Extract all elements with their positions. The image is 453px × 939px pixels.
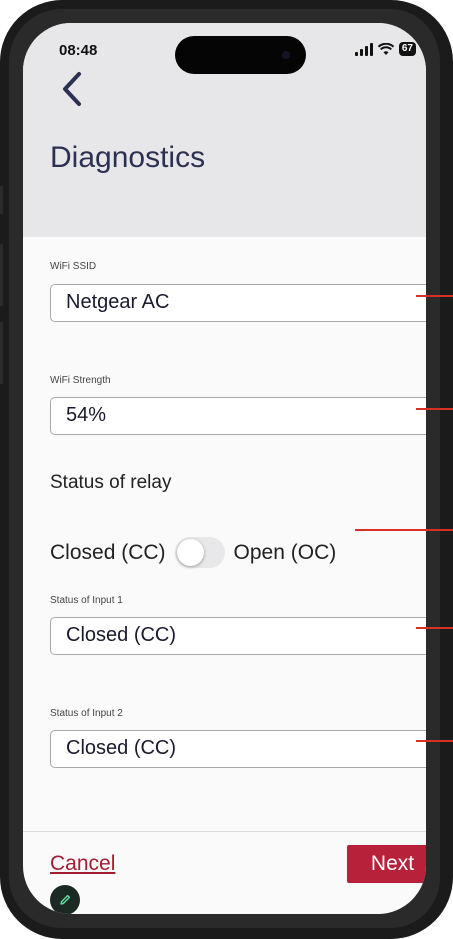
phone-frame: 08:48 67 Diagnostics WiFi SSID Netgear A…	[0, 0, 453, 939]
callout-line-ssid	[416, 295, 453, 297]
wifi-ssid-field[interactable]: Netgear AC	[50, 284, 426, 322]
wifi-strength-field[interactable]: 54%	[50, 397, 426, 435]
callout-line-input1	[416, 627, 453, 629]
relay-closed-label: Closed (CC)	[50, 540, 166, 564]
callout-line-input2	[416, 740, 453, 742]
relay-toggle[interactable]	[174, 537, 225, 568]
callout-line-relay	[355, 529, 453, 531]
edit-button[interactable]	[50, 885, 80, 914]
status-time: 08:48	[59, 42, 98, 59]
next-button[interactable]: Next	[347, 845, 426, 883]
relay-open-label: Open (OC)	[233, 540, 337, 564]
relay-status-label: Status of relay	[50, 472, 172, 493]
battery-icon: 67	[398, 42, 416, 56]
footer-divider	[23, 831, 426, 832]
back-button[interactable]	[59, 68, 89, 112]
status-icons: 67	[354, 42, 416, 56]
toggle-knob	[176, 539, 204, 566]
input1-field[interactable]: Closed (CC)	[50, 617, 426, 655]
wifi-strength-label: WiFi Strength	[50, 375, 111, 386]
app-screen: 08:48 67 Diagnostics WiFi SSID Netgear A…	[23, 23, 426, 914]
callout-line-strength	[416, 408, 453, 410]
wifi-ssid-label: WiFi SSID	[50, 261, 97, 272]
input2-label: Status of Input 2	[50, 708, 123, 719]
input1-label: Status of Input 1	[50, 595, 123, 606]
volume-down-button	[0, 322, 3, 384]
cancel-button[interactable]: Cancel	[50, 852, 115, 876]
camera-dot	[282, 51, 290, 59]
input2-field[interactable]: Closed (CC)	[50, 730, 426, 768]
pencil-icon	[60, 894, 71, 905]
signal-icon	[354, 42, 373, 56]
page-title: Diagnostics	[50, 141, 206, 174]
mute-switch	[0, 186, 3, 214]
relay-toggle-row: Closed (CC) Open (OC)	[50, 537, 336, 568]
volume-up-button	[0, 244, 3, 306]
chevron-left-icon	[63, 72, 81, 106]
wifi-icon	[377, 42, 394, 55]
dynamic-island	[175, 36, 306, 74]
